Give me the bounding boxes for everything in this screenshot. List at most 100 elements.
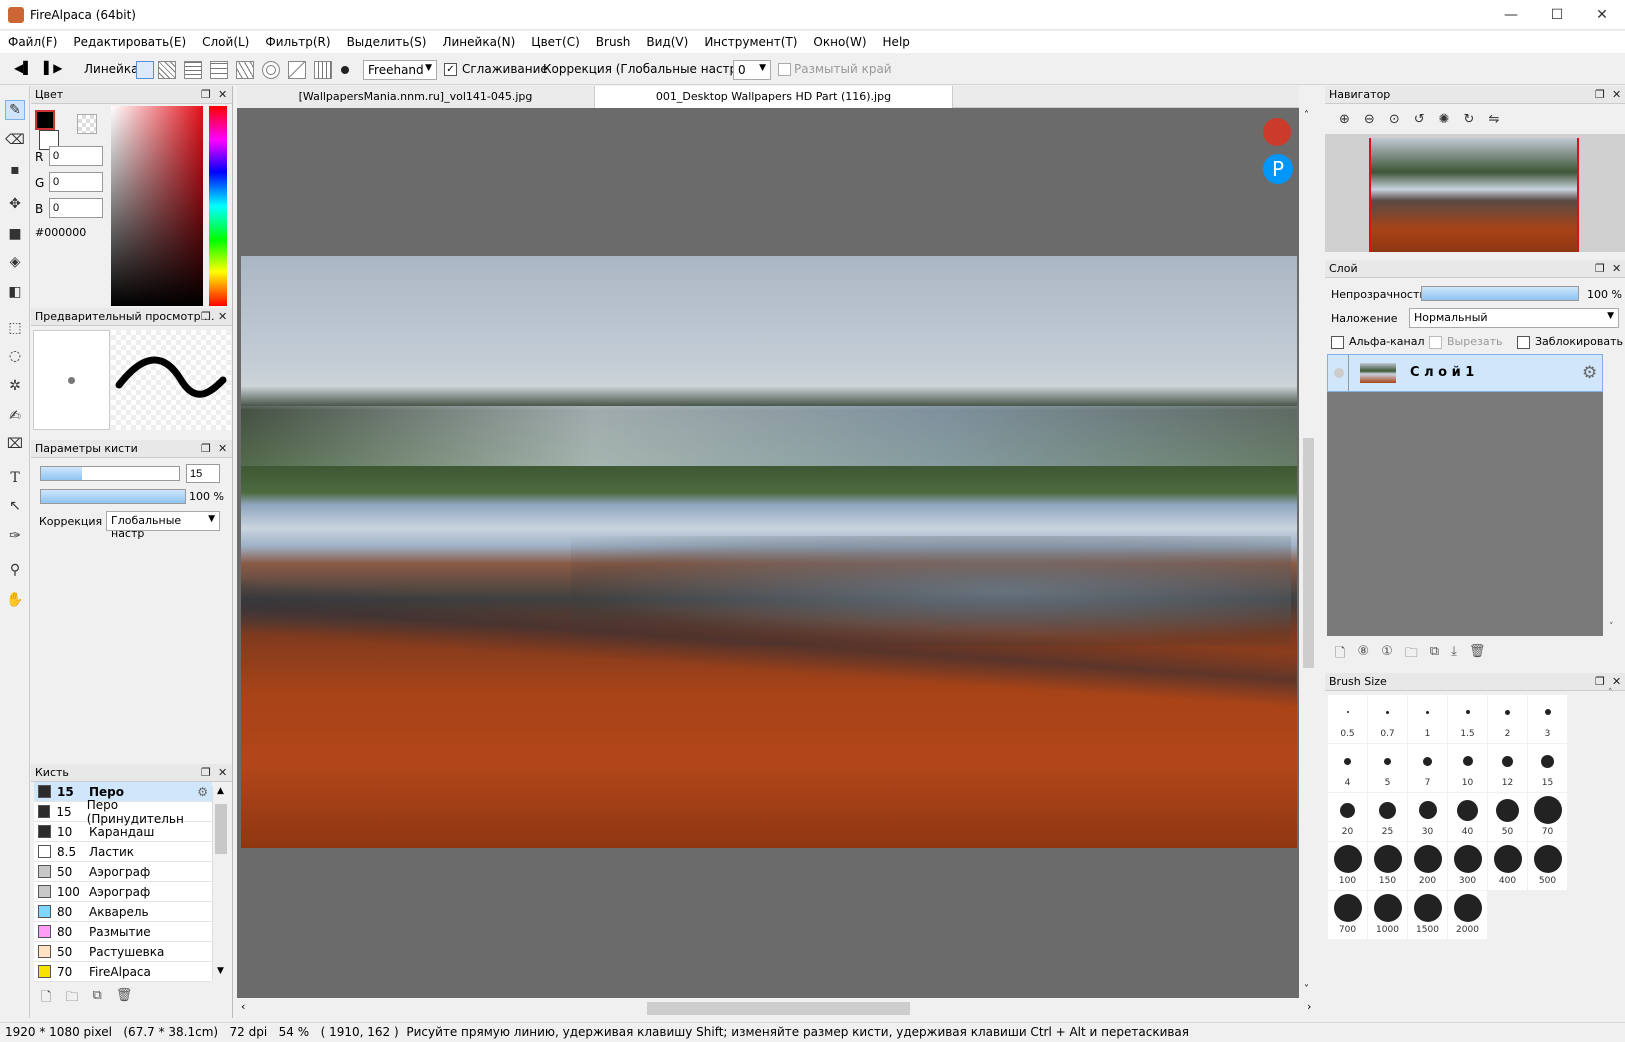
brush-size-cell[interactable]: 4 [1328, 744, 1367, 792]
undock-icon[interactable]: ❐ [1595, 260, 1605, 278]
layer-scrollbar[interactable]: ˅ [1606, 354, 1622, 636]
close-panel-icon[interactable]: ✕ [218, 308, 227, 326]
brush-size-cell[interactable]: 100 [1328, 842, 1367, 890]
blend-select[interactable]: Нормальный ▼ [1409, 308, 1619, 328]
zoom-reset-icon[interactable]: ⊙ [1389, 112, 1400, 127]
undo-icon[interactable]: ◀▌ [14, 61, 32, 75]
blur-edge-checkbox[interactable] [778, 63, 791, 76]
move-tool-icon[interactable]: ✥ [5, 194, 25, 214]
brush-size-cell[interactable]: 0.5 [1328, 695, 1367, 743]
layer-visibility-icon[interactable] [1334, 368, 1344, 378]
close-panel-icon[interactable]: ✕ [1612, 86, 1621, 104]
snap-dot-icon[interactable] [341, 66, 349, 74]
delete-brush-icon[interactable]: 🗑 [116, 988, 133, 1010]
maximize-button[interactable]: ☐ [1534, 0, 1580, 30]
undock-icon[interactable]: ❐ [201, 440, 211, 458]
open-brush-icon[interactable]: 🗀 [65, 988, 78, 1010]
minimize-button[interactable]: — [1488, 0, 1534, 30]
brush-size-cell[interactable]: 0.7 [1368, 695, 1407, 743]
brush-size-cell[interactable]: 2 [1488, 695, 1527, 743]
brush-size-cell[interactable]: 15 [1528, 744, 1567, 792]
close-panel-icon[interactable]: ✕ [218, 440, 227, 458]
tab-document-1[interactable]: [WallpapersMania.nnm.ru]_vol141-045.jpg [237, 86, 595, 108]
undock-icon[interactable]: ❐ [1595, 86, 1605, 104]
pixiv-icon[interactable]: P [1263, 154, 1293, 184]
brush-size-cell[interactable]: 1000 [1368, 891, 1407, 939]
brush-size-cell[interactable]: 25 [1368, 793, 1407, 841]
saturation-value-picker[interactable] [111, 106, 203, 306]
brush-list-item[interactable]: 8.5 Ластик [34, 842, 212, 862]
undock-icon[interactable]: ❐ [1595, 673, 1605, 691]
brush-list-item[interactable]: 15 Перо (Принудительн [34, 798, 212, 826]
brush-size-cell[interactable]: 300 [1448, 842, 1487, 890]
brush-list-item[interactable]: 50 Растушевка [34, 942, 212, 962]
menu-window[interactable]: Окно(W) [805, 31, 874, 53]
brush-size-cell[interactable]: 200 [1408, 842, 1447, 890]
brush-size-cell[interactable]: 10 [1448, 744, 1487, 792]
brush-size-cell[interactable]: 40 [1448, 793, 1487, 841]
brush-size-cell[interactable]: 3 [1528, 695, 1567, 743]
menu-file[interactable]: Файл(F) [0, 31, 65, 53]
rect-select-icon[interactable]: ⬚ [5, 318, 25, 338]
g-input[interactable] [49, 172, 103, 192]
menu-layer[interactable]: Слой(L) [194, 31, 257, 53]
menu-select[interactable]: Выделить(S) [339, 31, 435, 53]
canvas-area[interactable]: P ˄ ˅ [237, 108, 1317, 998]
parallel-ruler-icon[interactable] [158, 61, 176, 79]
layer-opacity-slider[interactable] [1421, 286, 1579, 301]
smoothing-checkbox[interactable]: ✓ [444, 63, 457, 76]
divide-tool-icon[interactable]: ✑ [5, 526, 25, 546]
transparent-color-swatch[interactable] [77, 114, 97, 134]
dot-tool-icon[interactable]: ▪ [5, 160, 25, 180]
undock-icon[interactable]: ❐ [201, 86, 211, 104]
menu-brush[interactable]: Brush [588, 31, 639, 53]
close-button[interactable]: ✕ [1579, 0, 1625, 30]
mode-select[interactable]: Freehand ▼ [363, 60, 437, 80]
tab-document-2[interactable]: 001_Desktop Wallpapers HD Part (116).jpg [595, 86, 953, 108]
brush-size-cell[interactable]: 70 [1528, 793, 1567, 841]
b-input[interactable] [49, 198, 103, 218]
grid-ruler-icon[interactable] [184, 61, 202, 79]
clip-checkbox[interactable] [1429, 336, 1442, 349]
undock-icon[interactable]: ❐ [201, 764, 211, 782]
brush-size-cell[interactable]: 1 [1408, 695, 1447, 743]
brush-size-cell[interactable]: 12 [1488, 744, 1527, 792]
brush-size-cell[interactable]: 150 [1368, 842, 1407, 890]
select-pen-icon[interactable]: ✍ [5, 406, 25, 426]
pen-tool-icon[interactable]: ✎ [5, 100, 25, 120]
correction-select[interactable]: 0 ▼ [733, 60, 771, 80]
rotate-left-icon[interactable]: ↺ [1414, 112, 1425, 127]
text-tool-icon[interactable]: T [5, 468, 25, 488]
horizontal-ruler-icon[interactable] [210, 61, 228, 79]
zoom-out-icon[interactable]: ⊖ [1364, 112, 1375, 127]
brush-size-cell[interactable]: 30 [1408, 793, 1447, 841]
brush-list-item[interactable]: 80 Акварель [34, 902, 212, 922]
menu-ruler[interactable]: Линейка(N) [434, 31, 523, 53]
select-eraser-icon[interactable]: ⌧ [5, 434, 25, 454]
undock-icon[interactable]: ❐ [201, 308, 211, 326]
redo-icon[interactable]: ▌▶ [44, 61, 62, 75]
layer-settings-icon[interactable]: ⚙ [1582, 363, 1597, 383]
merge-layer-icon[interactable]: ⤓ [1451, 644, 1457, 666]
new-layer-icon[interactable]: 🗋 [1335, 644, 1345, 666]
layer-row[interactable]: С л о й 1 ⚙ [1327, 354, 1603, 392]
brush-size-cell[interactable]: 1500 [1408, 891, 1447, 939]
hand-tool-icon[interactable]: ✋ [5, 590, 25, 610]
menu-tool[interactable]: Инструмент(T) [696, 31, 805, 53]
alpaca-logo-icon[interactable] [1263, 118, 1291, 146]
canvas-image[interactable] [241, 256, 1297, 848]
menu-view[interactable]: Вид(V) [638, 31, 696, 53]
curve-ruler-icon[interactable] [288, 61, 306, 79]
menu-help[interactable]: Help [875, 31, 918, 53]
brush-correction-select[interactable]: Глобальные настр ▼ [106, 511, 220, 540]
brush-list-item[interactable]: 80 Размытие [34, 922, 212, 942]
concentric-ruler-icon[interactable] [262, 61, 280, 79]
hue-slider[interactable] [209, 106, 227, 306]
navigator-preview[interactable] [1325, 134, 1625, 252]
brush-size-cell[interactable]: 400 [1488, 842, 1527, 890]
rotate-right-icon[interactable]: ↻ [1464, 112, 1475, 127]
gradient-tool-icon[interactable]: ◧ [5, 282, 25, 302]
ruler-off-icon[interactable] [136, 61, 154, 79]
menu-color[interactable]: Цвет(C) [523, 31, 588, 53]
new-8bit-layer-icon[interactable]: ⑧ [1357, 644, 1369, 666]
